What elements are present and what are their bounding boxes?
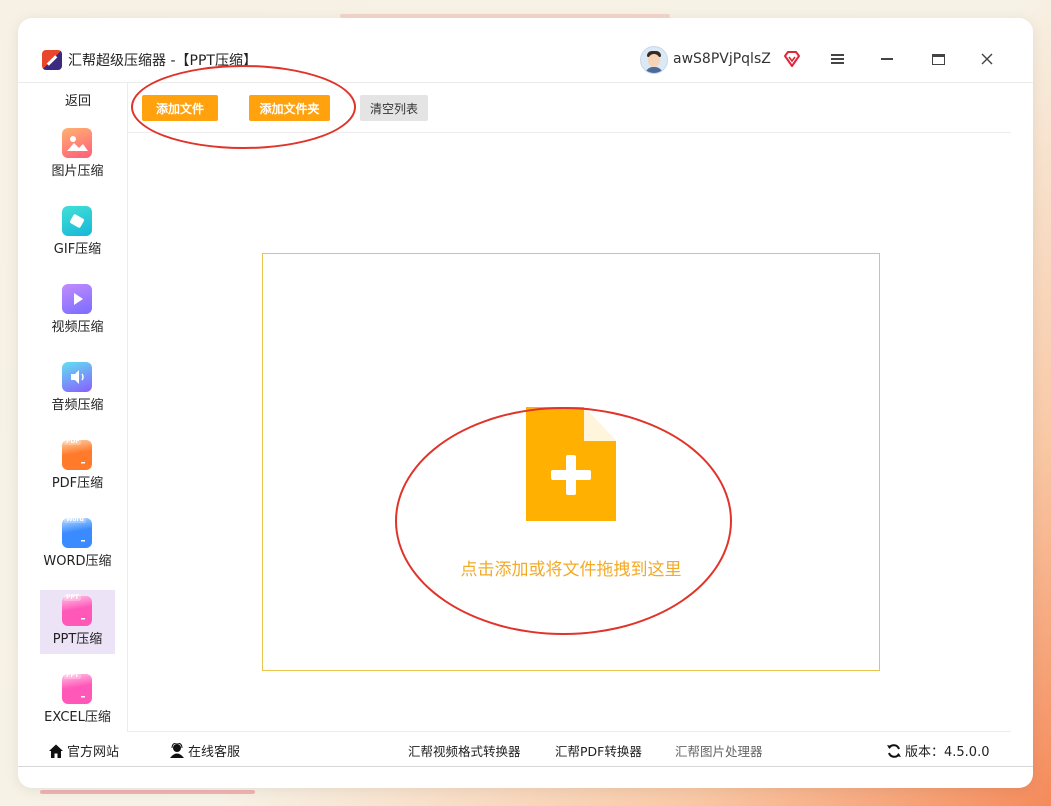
sidebar-item-image[interactable]: 图片压缩 <box>40 122 115 186</box>
image-processor-link[interactable]: 汇帮图片处理器 <box>675 741 763 760</box>
maximize-icon[interactable] <box>927 48 949 70</box>
window-bottom-rule <box>18 766 1033 767</box>
file-drop-zone[interactable]: 点击添加或将文件拖拽到这里 <box>262 253 880 671</box>
sidebar-divider <box>127 82 128 732</box>
username[interactable]: awS8PVjPqlsZ <box>673 51 771 67</box>
background-decoration <box>40 790 255 794</box>
sidebar-item-ppt[interactable]: PPT PPT压缩 <box>40 590 115 654</box>
minimize-icon[interactable] <box>876 48 898 70</box>
video-converter-link[interactable]: 汇帮视频格式转换器 <box>408 741 521 760</box>
back-button[interactable]: 返回 <box>38 90 118 109</box>
vip-diamond-icon[interactable] <box>783 50 801 68</box>
user-service-icon <box>170 742 184 758</box>
sidebar-item-excel[interactable]: PPT EXCEL压缩 <box>40 668 115 732</box>
add-file-button[interactable]: 添加文件 <box>142 95 218 121</box>
app-title: 汇帮超级压缩器 -【PPT压缩】 <box>68 53 257 69</box>
sidebar-item-pdf[interactable]: PDF PDF压缩 <box>40 434 115 498</box>
title-bar: 汇帮超级压缩器 -【PPT压缩】 awS8PVjPqlsZ <box>18 18 1033 82</box>
refresh-icon[interactable] <box>886 743 902 759</box>
official-site-link[interactable]: 官方网站 <box>48 741 119 760</box>
toolbar-divider <box>128 132 1011 133</box>
sidebar-item-word[interactable]: Word WORD压缩 <box>40 512 115 576</box>
sidebar-item-label: PPT压缩 <box>52 632 103 647</box>
word-folder-icon: Word <box>62 516 92 548</box>
excel-folder-icon: PPT <box>62 672 92 704</box>
footer: 官方网站 在线客服 汇帮视频格式转换器 汇帮PDF转换器 汇帮图片处理器 版本：… <box>18 732 1033 766</box>
gif-icon <box>62 206 92 236</box>
sidebar-item-label: WORD压缩 <box>43 554 112 569</box>
sidebar-item-label: 图片压缩 <box>51 164 104 179</box>
video-play-icon <box>62 284 92 314</box>
title-divider <box>18 82 1033 83</box>
add-folder-button[interactable]: 添加文件夹 <box>249 95 330 121</box>
image-icon <box>62 128 92 158</box>
home-icon <box>49 744 63 758</box>
online-service-label: 在线客服 <box>188 745 241 760</box>
sidebar-item-label: GIF压缩 <box>53 242 102 257</box>
add-file-icon <box>526 407 616 521</box>
clear-list-button[interactable]: 清空列表 <box>360 95 428 121</box>
pdf-converter-link[interactable]: 汇帮PDF转换器 <box>555 741 642 760</box>
user-avatar[interactable] <box>640 46 668 74</box>
pdf-folder-icon: PDF <box>62 438 92 470</box>
sidebar: 返回 图片压缩 GIF压缩 视频压缩 音频压缩 PDF PDF压缩 Word W… <box>18 82 128 732</box>
sidebar-item-audio[interactable]: 音频压缩 <box>40 356 115 420</box>
online-service-link[interactable]: 在线客服 <box>169 741 240 760</box>
sidebar-item-gif[interactable]: GIF压缩 <box>40 200 115 264</box>
version-info: 版本：4.5.0.0 <box>886 741 989 760</box>
sidebar-item-label: 音频压缩 <box>51 398 104 413</box>
app-window: 汇帮超级压缩器 -【PPT压缩】 awS8PVjPqlsZ 返回 图片压缩 GI… <box>18 18 1033 788</box>
sidebar-item-video[interactable]: 视频压缩 <box>40 278 115 342</box>
sidebar-item-label: PDF压缩 <box>51 476 104 491</box>
close-icon[interactable] <box>976 48 998 70</box>
hamburger-icon[interactable] <box>826 48 848 70</box>
audio-speaker-icon <box>62 362 92 392</box>
official-site-label: 官方网站 <box>67 745 120 760</box>
sidebar-item-label: EXCEL压缩 <box>44 710 111 725</box>
drop-zone-text: 点击添加或将文件拖拽到这里 <box>460 560 682 580</box>
app-logo-icon <box>42 50 62 70</box>
version-label: 版本：4.5.0.0 <box>905 745 990 760</box>
sidebar-item-label: 视频压缩 <box>51 320 104 335</box>
ppt-folder-icon: PPT <box>62 594 92 626</box>
